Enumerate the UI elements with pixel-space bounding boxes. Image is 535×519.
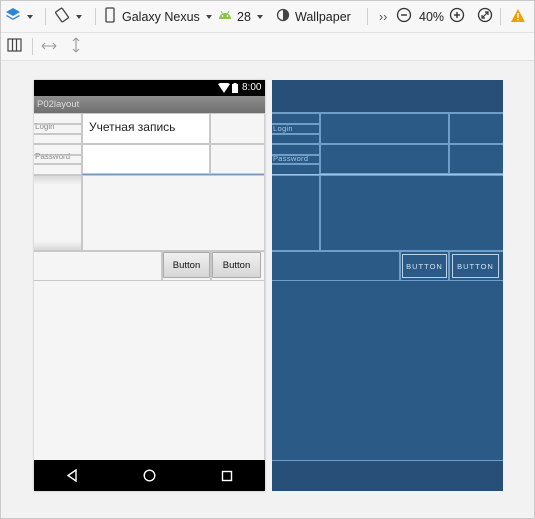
device-selector[interactable]: Galaxy Nexus bbox=[105, 1, 212, 32]
account-field-text: Учетная запись bbox=[89, 120, 176, 134]
chevron-down-icon bbox=[27, 14, 33, 19]
phone-icon bbox=[105, 7, 115, 26]
account-field bbox=[320, 113, 449, 144]
navigation-bar bbox=[34, 460, 265, 491]
view-options-button[interactable] bbox=[7, 33, 22, 60]
cell bbox=[449, 144, 503, 174]
cell bbox=[34, 251, 162, 281]
button-1[interactable]: Button bbox=[163, 252, 210, 278]
zoom-out-icon bbox=[396, 7, 412, 26]
cell bbox=[82, 175, 265, 251]
recents-icon[interactable] bbox=[221, 469, 233, 487]
theme-icon bbox=[276, 8, 290, 25]
battery-icon bbox=[232, 83, 238, 96]
home-icon[interactable] bbox=[143, 469, 156, 487]
design-toolbar: Galaxy Nexus 28 Wallpaper ›› 40% bbox=[1, 1, 534, 33]
warning-icon bbox=[510, 8, 526, 26]
wifi-icon bbox=[218, 82, 230, 96]
constraint-toolbar bbox=[1, 33, 534, 61]
cell bbox=[210, 144, 265, 174]
zoom-level: 40% bbox=[419, 9, 445, 24]
zoom-fit-icon bbox=[477, 7, 493, 26]
status-time: 8:00 bbox=[242, 82, 262, 93]
cell bbox=[320, 175, 503, 251]
chevron-down-icon bbox=[205, 14, 212, 19]
cell bbox=[34, 155, 82, 164]
button-2[interactable]: BUTTON bbox=[452, 254, 499, 278]
chevron-down-icon bbox=[256, 14, 263, 19]
orientation-button[interactable] bbox=[54, 1, 82, 32]
cell bbox=[272, 134, 320, 144]
layout-editor: Galaxy Nexus 28 Wallpaper ›› 40% 8:00 P0… bbox=[0, 0, 535, 519]
horizontal-arrows-icon bbox=[41, 40, 57, 54]
expand-vertical-button[interactable] bbox=[71, 33, 81, 60]
design-preview[interactable]: 8:00 P02layout Login Учетная запись Pass… bbox=[34, 80, 265, 491]
cell bbox=[34, 124, 82, 134]
cell bbox=[272, 124, 320, 134]
zoom-in-button[interactable] bbox=[449, 1, 465, 32]
cell bbox=[449, 113, 503, 144]
cell bbox=[34, 134, 82, 144]
layers-icon bbox=[5, 7, 21, 26]
chevron-down-icon bbox=[76, 14, 82, 19]
cell bbox=[210, 113, 265, 144]
blueprint-navbar bbox=[272, 460, 503, 491]
divider bbox=[264, 113, 265, 460]
zoom-to-fit-button[interactable] bbox=[477, 1, 493, 32]
app-title: P02layout bbox=[34, 96, 265, 113]
rotate-device-icon bbox=[54, 7, 70, 26]
cell bbox=[272, 155, 320, 164]
cell bbox=[272, 113, 320, 124]
blueprint-preview[interactable]: Login Password BUTTON BUTTON bbox=[272, 80, 503, 491]
zoom-in-icon bbox=[449, 7, 465, 26]
blueprint-appbar bbox=[272, 80, 503, 113]
status-bar: 8:00 bbox=[34, 80, 265, 96]
button-2[interactable]: Button bbox=[212, 252, 261, 278]
password-field[interactable] bbox=[82, 144, 210, 174]
vertical-arrows-icon bbox=[71, 37, 81, 56]
theme-name: Wallpaper bbox=[295, 9, 351, 24]
warnings-button[interactable] bbox=[510, 1, 526, 32]
android-icon bbox=[218, 9, 232, 24]
cell bbox=[272, 251, 400, 281]
api-level: 28 bbox=[237, 9, 251, 24]
back-icon[interactable] bbox=[66, 468, 78, 487]
password-field bbox=[320, 144, 449, 174]
button-1[interactable]: BUTTON bbox=[402, 254, 447, 278]
overflow-button[interactable]: ›› bbox=[379, 1, 387, 32]
api-level-selector[interactable]: 28 bbox=[218, 1, 263, 32]
theme-selector[interactable]: Wallpaper bbox=[276, 1, 351, 32]
device-name: Galaxy Nexus bbox=[122, 9, 200, 24]
expand-horizontal-button[interactable] bbox=[41, 33, 57, 60]
cell bbox=[34, 164, 82, 175]
image-placeholder bbox=[272, 175, 320, 251]
design-surface-button[interactable] bbox=[5, 1, 33, 32]
image-placeholder bbox=[34, 175, 82, 251]
zoom-out-button[interactable] bbox=[396, 1, 412, 32]
columns-icon bbox=[7, 38, 22, 55]
